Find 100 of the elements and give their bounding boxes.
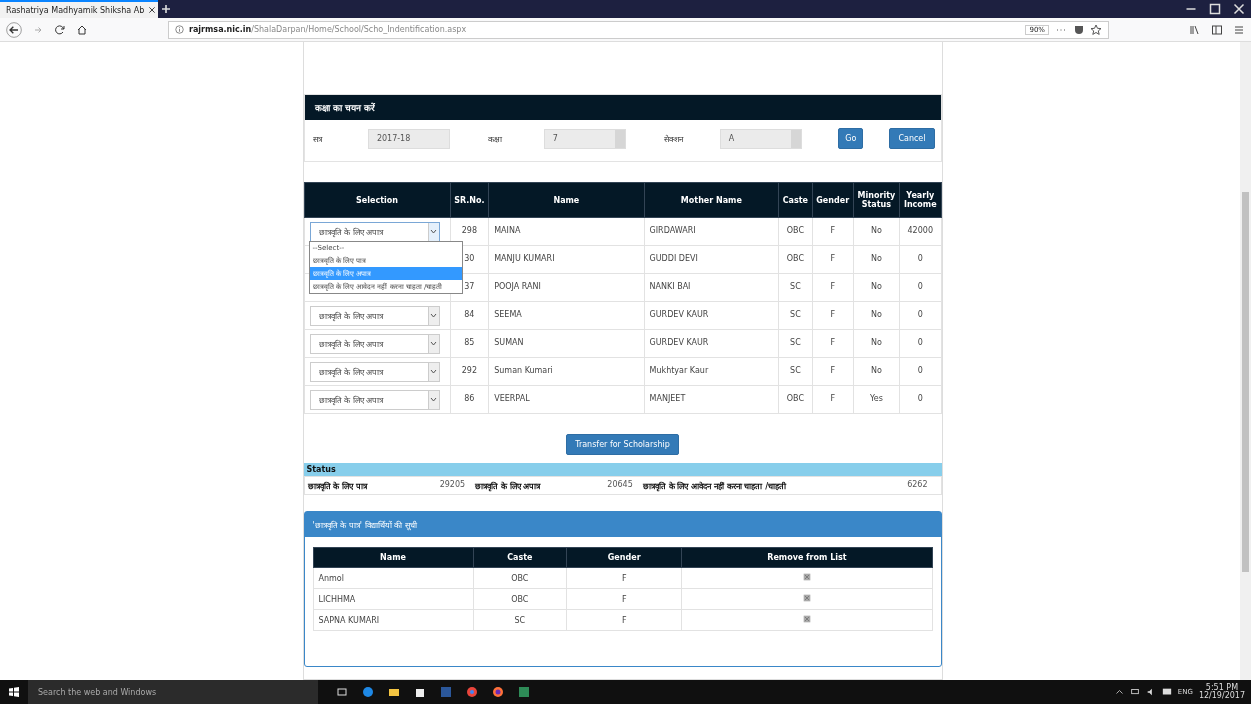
table-cell: No — [853, 301, 900, 330]
table-cell: SUMAN — [488, 329, 645, 358]
table-cell: SC — [473, 609, 567, 631]
table-cell: LICHHMA — [313, 588, 473, 610]
table-cell: 86 — [450, 385, 489, 414]
selection-dropdown[interactable]: छात्रवृति के लिए अपात्र — [309, 389, 440, 410]
home-icon[interactable] — [76, 23, 88, 36]
table-cell: F — [812, 385, 854, 414]
table-cell: F — [566, 609, 682, 631]
table-cell: NANKI BAI — [644, 273, 779, 302]
browser-tab[interactable]: Rashatriya Madhyamik Shiksha Ab — [0, 0, 158, 18]
cancel-button[interactable]: Cancel — [889, 128, 935, 149]
table-cell: GIRDAWARI — [644, 217, 779, 246]
library-icon[interactable] — [1189, 23, 1201, 36]
table-cell: MANJU KUMARI — [488, 245, 645, 274]
table-cell: GUDDI DEVI — [644, 245, 779, 274]
table-cell: GURDEV KAUR — [644, 329, 779, 358]
clock[interactable]: 5:51 PM 12/19/2017 — [1198, 684, 1245, 700]
table-cell: SC — [778, 357, 813, 386]
table-cell: 0 — [899, 245, 941, 274]
column-header: Gender — [566, 547, 682, 568]
delete-icon[interactable] — [802, 594, 811, 602]
task-view-icon[interactable] — [336, 686, 348, 698]
table-cell: F — [812, 245, 854, 274]
select-field[interactable]: 7 — [543, 128, 627, 149]
column-header: Gender — [812, 182, 854, 218]
select-field[interactable]: A — [719, 128, 803, 149]
table-cell: SAPNA KUMARI — [313, 609, 473, 631]
spreadsheet-icon[interactable] — [518, 686, 530, 698]
table-cell: MAINA — [488, 217, 645, 246]
caret-icon — [430, 397, 437, 402]
reload-icon[interactable] — [54, 23, 66, 36]
folder-icon[interactable] — [388, 686, 400, 698]
table-cell: MANJEET — [644, 385, 779, 414]
delete-icon[interactable] — [802, 615, 811, 623]
table-cell: SC — [778, 273, 813, 302]
menu-icon[interactable] — [1233, 23, 1245, 36]
selection-dropdown[interactable]: छात्रवृति के लिए अपात्र — [309, 305, 440, 326]
column-header: Selection — [304, 182, 451, 218]
table-cell: Yes — [853, 385, 900, 414]
column-header: Remove from List — [681, 547, 932, 568]
column-header: Caste — [778, 182, 813, 218]
selection-dropdown[interactable]: छात्रवृति के लिए अपात्र — [309, 361, 440, 382]
table-cell: No — [853, 357, 900, 386]
message-icon[interactable] — [1161, 686, 1172, 698]
table-cell: POOJA RANI — [488, 273, 645, 302]
status-label: छात्रवृति के लिए अपात्र — [475, 480, 542, 491]
store-icon[interactable] — [414, 686, 426, 698]
sidebar-icon[interactable] — [1211, 23, 1223, 36]
field-label: सेक्शन — [663, 134, 685, 144]
table-cell: F — [566, 588, 682, 610]
table-cell: GURDEV KAUR — [644, 301, 779, 330]
table-cell: 0 — [899, 385, 941, 414]
table-cell: 84 — [450, 301, 489, 330]
table-cell: F — [812, 217, 854, 246]
table-cell: No — [853, 245, 900, 274]
column-header: Yearly Income — [899, 182, 941, 218]
panel-title: 'छात्रवृति के पात्र' विद्यार्थियों की सूची — [304, 512, 941, 537]
table-cell: 0 — [899, 357, 941, 386]
column-header: Name — [313, 547, 473, 568]
panel-title: कक्षा का चयन करें — [304, 95, 941, 120]
go-button[interactable]: Go — [838, 128, 864, 149]
table-cell: 0 — [899, 329, 941, 358]
input-field[interactable]: 2017-18 — [367, 128, 451, 149]
delete-icon[interactable] — [802, 573, 811, 581]
table-cell: 0 — [899, 301, 941, 330]
table-cell: SC — [778, 329, 813, 358]
windows-logo-icon[interactable] — [8, 686, 20, 698]
status-count: 20645 — [607, 480, 633, 491]
table-cell: No — [853, 273, 900, 302]
selection-dropdown[interactable]: छात्रवृति के लिए अपात्र — [309, 333, 440, 354]
selection-dropdown[interactable]: छात्रवृति के लिए अपात्र — [309, 221, 440, 242]
table-cell: F — [566, 567, 682, 589]
column-header: Name — [488, 182, 645, 218]
table-cell: OBC — [473, 588, 567, 610]
table-cell: Anmol — [313, 567, 473, 589]
table-cell: OBC — [778, 385, 813, 414]
firefox-icon[interactable] — [492, 686, 504, 698]
taskbar-search-field[interactable]: Search the web and Windows — [28, 680, 318, 704]
column-header: Minority Status — [853, 182, 900, 218]
table-cell: SC — [778, 301, 813, 330]
table-cell: No — [853, 217, 900, 246]
column-header: SR.No. — [450, 182, 489, 218]
star-icon[interactable] — [1090, 23, 1102, 36]
shield-icon[interactable] — [1073, 23, 1085, 36]
table-cell: No — [853, 329, 900, 358]
table-cell: F — [812, 329, 854, 358]
table-cell: 42000 — [899, 217, 941, 246]
table-cell: VEERPAL — [488, 385, 645, 414]
chrome-icon[interactable] — [466, 686, 478, 698]
scrollbar-thumb[interactable] — [1242, 192, 1249, 572]
table-cell: SEEMA — [488, 301, 645, 330]
table-cell: Mukhtyar Kaur — [644, 357, 779, 386]
edge-browser-icon[interactable] — [362, 686, 374, 698]
word-icon[interactable] — [440, 686, 452, 698]
transfer-button[interactable]: Transfer for Scholarship — [566, 434, 679, 455]
status-label: छात्रवृति के लिए आवेदन नहीं करना चाहता /चाहती — [642, 480, 788, 491]
field-label: सत्र — [311, 134, 324, 144]
close-icon[interactable] — [148, 6, 157, 14]
status-count: 6262 — [907, 480, 928, 491]
